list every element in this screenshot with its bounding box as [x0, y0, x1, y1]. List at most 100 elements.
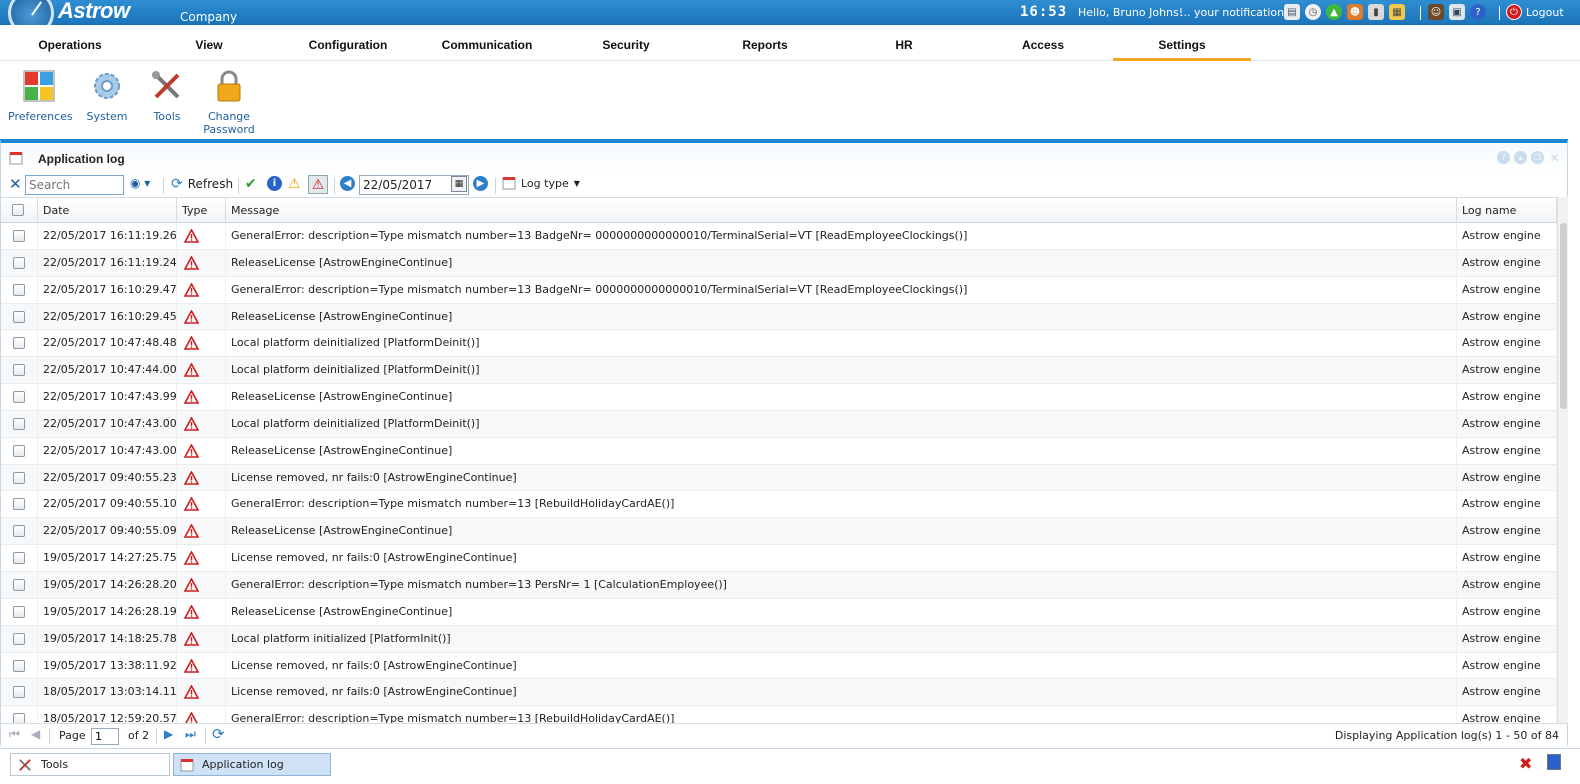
people-icon[interactable]: ☻	[1347, 4, 1363, 20]
filter-error-icon[interactable]: ⚠	[308, 175, 328, 194]
restore-icon[interactable]: ❐	[1531, 151, 1544, 164]
table-row[interactable]: 22/05/2017 09:40:55.093 ReleaseLicense [A…	[1, 518, 1557, 546]
row-checkbox[interactable]	[13, 525, 25, 538]
row-checkbox[interactable]	[13, 310, 25, 323]
column-header-type[interactable]: Type	[177, 198, 226, 223]
table-row[interactable]: 19/05/2017 14:26:28.197 ReleaseLicense [A…	[1, 598, 1557, 626]
close-all-icon[interactable]: ✖	[1519, 754, 1532, 773]
next-page-icon[interactable]: ▶	[164, 727, 173, 741]
row-checkbox[interactable]	[13, 364, 25, 377]
row-checkbox[interactable]	[13, 632, 25, 645]
table-row[interactable]: 22/05/2017 10:47:48.480 Local platform de…	[1, 330, 1557, 358]
table-row[interactable]: 18/05/2017 13:03:14.117 License removed, …	[1, 679, 1557, 707]
row-checkbox[interactable]	[13, 686, 25, 699]
system-button[interactable]: System	[82, 69, 132, 123]
table-row[interactable]: 19/05/2017 14:26:28.207 GeneralError: des…	[1, 571, 1557, 599]
help-icon[interactable]: ?	[1497, 151, 1510, 164]
row-checkbox[interactable]	[13, 417, 25, 430]
table-row[interactable]: 22/05/2017 09:40:55.230 License removed, …	[1, 464, 1557, 492]
select-all-checkbox[interactable]	[12, 204, 24, 216]
date-cell: 22/05/2017 16:11:19.260	[38, 223, 177, 249]
help-icon[interactable]: ?	[1470, 4, 1486, 20]
previous-page-icon[interactable]: ◀	[31, 727, 40, 741]
vertical-scrollbar[interactable]	[1557, 197, 1568, 723]
table-row[interactable]: 19/05/2017 13:38:11.927 License removed, …	[1, 652, 1557, 680]
table-row[interactable]: 22/05/2017 10:47:44.000 Local platform de…	[1, 357, 1557, 385]
menu-view[interactable]: View	[140, 25, 278, 61]
row-checkbox[interactable]	[13, 552, 25, 565]
upload-icon[interactable]: ▲	[1326, 4, 1342, 20]
previous-day-icon[interactable]: ◀	[340, 176, 355, 191]
row-checkbox[interactable]	[13, 283, 25, 296]
calendar-icon[interactable]: ▦	[451, 176, 467, 192]
menu-operations[interactable]: Operations	[1, 25, 139, 61]
type-cell	[177, 437, 226, 464]
log-name-cell: Astrow engine	[1457, 625, 1557, 652]
search-input[interactable]	[25, 175, 124, 195]
row-checkbox[interactable]	[13, 230, 25, 242]
column-header-log-name[interactable]: Log name	[1457, 198, 1557, 223]
row-checkbox[interactable]	[13, 498, 25, 511]
tools-button[interactable]: Tools	[146, 69, 188, 123]
clock-icon[interactable]: ◷	[1305, 4, 1321, 20]
preferences-button[interactable]: Preferences	[8, 69, 73, 123]
row-checkbox[interactable]	[13, 256, 25, 269]
table-row[interactable]: 22/05/2017 16:11:19.260 GeneralError: des…	[1, 223, 1557, 250]
table-row[interactable]: 22/05/2017 09:40:55.100 GeneralError: des…	[1, 491, 1557, 519]
row-checkbox[interactable]	[13, 713, 25, 723]
row-checkbox[interactable]	[13, 391, 25, 404]
row-checkbox[interactable]	[13, 659, 25, 672]
menu-settings[interactable]: Settings	[1113, 25, 1251, 61]
change-password-button[interactable]: Change Password	[202, 69, 256, 136]
divider	[238, 178, 239, 194]
table-row[interactable]: 22/05/2017 10:47:43.990 ReleaseLicense [A…	[1, 384, 1557, 411]
task-tools[interactable]: Tools	[10, 753, 170, 776]
scrollbar-thumb[interactable]	[1560, 223, 1567, 409]
menu-communication[interactable]: Communication	[418, 25, 556, 61]
page-number-input[interactable]	[91, 728, 119, 745]
refresh-button[interactable]: ⟳ Refresh	[171, 176, 233, 192]
column-header-date[interactable]: Date	[38, 198, 177, 223]
last-page-icon[interactable]: ⏭	[185, 727, 196, 742]
collapse-icon[interactable]: ▴	[1514, 151, 1527, 164]
desktop-icon[interactable]	[1547, 754, 1561, 770]
divider	[334, 178, 335, 194]
menu-access[interactable]: Access	[974, 25, 1112, 61]
table-row[interactable]: 22/05/2017 10:47:43.000 ReleaseLicense [A…	[1, 437, 1557, 465]
filter-info-icon[interactable]: i	[267, 176, 282, 191]
user-icon[interactable]: ☺	[1428, 4, 1444, 20]
first-page-icon[interactable]: ⏮	[9, 727, 20, 742]
table-row[interactable]: 22/05/2017 16:10:29.453 ReleaseLicense [A…	[1, 303, 1557, 331]
table-row[interactable]: 19/05/2017 14:27:25.753 License removed, …	[1, 545, 1557, 572]
next-day-icon[interactable]: ▶	[473, 176, 488, 191]
log-type-dropdown[interactable]: Log type ▼	[502, 176, 580, 190]
filter-warning-icon[interactable]: ⚠	[288, 176, 301, 192]
menu-hr[interactable]: HR	[835, 25, 973, 61]
document-icon[interactable]: ▤	[1284, 4, 1300, 20]
filter-success-icon[interactable]: ✔	[245, 176, 257, 192]
close-icon[interactable]: ✕	[1548, 151, 1561, 165]
menu-security[interactable]: Security	[557, 25, 695, 61]
row-checkbox[interactable]	[13, 471, 25, 484]
table-row[interactable]: 22/05/2017 16:10:29.473 GeneralError: des…	[1, 276, 1557, 304]
search-options-icon[interactable]: ◉ ▾	[130, 176, 150, 190]
row-checkbox[interactable]	[13, 605, 25, 618]
clear-search-icon[interactable]: ✕	[9, 175, 22, 193]
table-row[interactable]: 22/05/2017 10:47:43.000 Local platform de…	[1, 410, 1557, 438]
refresh-icon[interactable]: ⟳	[212, 725, 225, 743]
logout-button[interactable]: ⏻ Logout	[1506, 4, 1564, 20]
row-checkbox[interactable]	[13, 578, 25, 591]
table-row[interactable]: 18/05/2017 12:59:20.570 GeneralError: des…	[1, 706, 1557, 723]
table-row[interactable]: 22/05/2017 16:11:19.240 ReleaseLicense [A…	[1, 249, 1557, 277]
task-application-log[interactable]: Application log	[173, 753, 331, 776]
calendar-icon[interactable]: ▦	[1389, 4, 1405, 20]
table-row[interactable]: 19/05/2017 14:18:25.787 Local platform in…	[1, 625, 1557, 653]
tasks-icon[interactable]: ▣	[1449, 4, 1465, 20]
menu-reports[interactable]: Reports	[696, 25, 834, 61]
phone-icon[interactable]: ▮	[1368, 4, 1384, 20]
column-header-message[interactable]: Message	[226, 198, 1457, 223]
row-checkbox[interactable]	[13, 444, 25, 457]
menu-configuration[interactable]: Configuration	[279, 25, 417, 61]
chevron-down-icon: ▼	[573, 178, 580, 188]
row-checkbox[interactable]	[13, 337, 25, 350]
